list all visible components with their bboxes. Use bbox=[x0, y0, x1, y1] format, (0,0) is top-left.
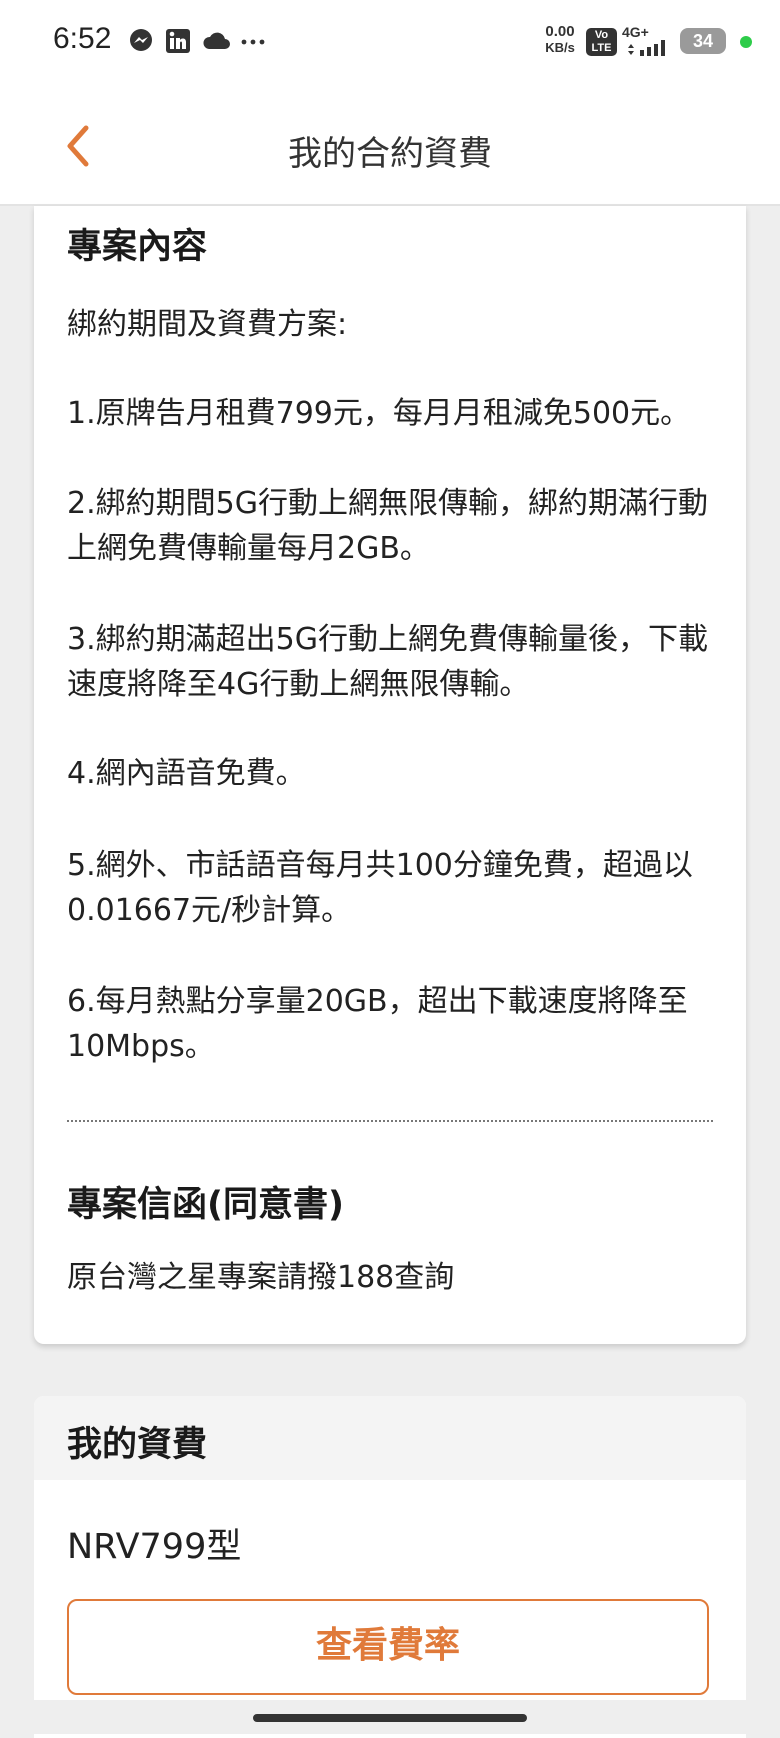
home-indicator[interactable] bbox=[253, 1714, 527, 1722]
messenger-icon bbox=[130, 29, 152, 51]
linkedin-icon bbox=[166, 29, 190, 53]
section-divider bbox=[67, 1120, 713, 1122]
status-time: 6:52 bbox=[53, 22, 112, 55]
my-plan-title: 我的資費 bbox=[67, 1425, 208, 1465]
plan-item-6: 6.每月熱點分享量20GB，超出下載速度將降至10Mbps。 bbox=[67, 984, 688, 1064]
network-type: 4G+ bbox=[622, 24, 649, 40]
plan-item-4: 4.網內語音免費。 bbox=[67, 756, 306, 791]
letter-text: 原台灣之星專案請撥188查詢 bbox=[67, 1260, 455, 1295]
plan-item-5: 5.網外、市話語音每月共100分鐘免費，超過以0.01667元/秒計算。 bbox=[67, 848, 693, 928]
signal-icon bbox=[628, 40, 665, 56]
cloud-icon bbox=[203, 32, 230, 49]
status-bar: 6:52 0.00 KB/s Vo LTE 4G+ 34 bbox=[0, 0, 780, 86]
plan-name: NRV799型 bbox=[67, 1527, 242, 1567]
volte-line1: Vo bbox=[594, 29, 609, 41]
net-speed-value: 0.00 bbox=[545, 23, 575, 40]
battery-icon: 34 bbox=[680, 28, 726, 54]
plan-item-1: 1.原牌告月租費799元，每月月租減免500元。 bbox=[67, 396, 691, 431]
volte-badge: Vo LTE bbox=[586, 28, 617, 56]
page-title: 我的合約資費 bbox=[288, 134, 492, 174]
privacy-dot-icon bbox=[740, 36, 752, 48]
more-dots-icon bbox=[241, 39, 265, 45]
app-header: 我的合約資費 bbox=[0, 86, 780, 206]
battery-level: 34 bbox=[692, 31, 714, 51]
net-speed: 0.00 KB/s bbox=[540, 23, 580, 56]
plan-content-title: 專案內容 bbox=[67, 227, 208, 267]
plan-item-3: 3.綁約期滿超出5G行動上網免費傳輸量後，下載速度將降至4G行動上網無限傳輸。 bbox=[67, 622, 708, 702]
letter-title: 專案信函(同意書) bbox=[67, 1185, 344, 1225]
my-plan-card: 我的資費 NRV799型 查看費率 bbox=[34, 1396, 746, 1738]
plan-content-card: 專案內容 綁約期間及資費方案: 1.原牌告月租費799元，每月月租減免500元。… bbox=[34, 206, 746, 1344]
view-rates-button[interactable]: 查看費率 bbox=[67, 1599, 709, 1695]
net-speed-unit: KB/s bbox=[545, 40, 575, 55]
plan-item-2: 2.綁約期間5G行動上網無限傳輸，綁約期滿行動上網免費傳輸量每月2GB。 bbox=[67, 486, 708, 566]
system-nav-bar bbox=[0, 1700, 780, 1734]
plan-intro: 綁約期間及資費方案: bbox=[67, 307, 348, 342]
volte-line2: LTE bbox=[591, 42, 612, 54]
my-plan-header: 我的資費 bbox=[34, 1396, 746, 1480]
